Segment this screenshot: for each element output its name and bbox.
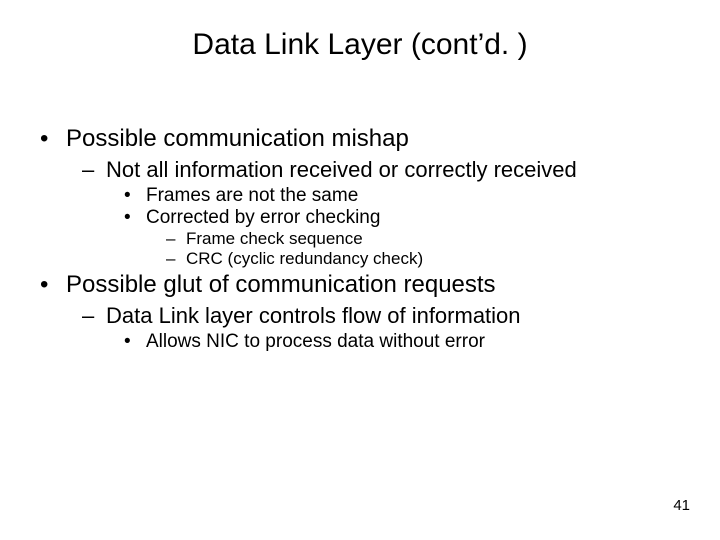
bullet-list: • Possible communication mishap – Not al… xyxy=(40,125,680,353)
bullet-dash-icon: – xyxy=(82,303,106,329)
bullet-dot-icon: • xyxy=(40,271,66,299)
bullet-dot-icon: • xyxy=(124,207,146,229)
list-item: – Data Link layer controls flow of infor… xyxy=(82,303,680,353)
slide: Data Link Layer (cont’d. ) • Possible co… xyxy=(0,0,720,540)
list-item: – Frame check sequence xyxy=(166,229,680,249)
list-item: – Not all information received or correc… xyxy=(82,157,680,269)
bullet-text: Frame check sequence xyxy=(186,229,363,249)
bullet-text: CRC (cyclic redundancy check) xyxy=(186,249,423,269)
list-item: • Allows NIC to process data without err… xyxy=(124,331,680,353)
bullet-dash-icon: – xyxy=(166,249,186,269)
slide-title: Data Link Layer (cont’d. ) xyxy=(0,28,720,62)
bullet-dot-icon: • xyxy=(124,185,146,207)
bullet-text: Allows NIC to process data without error xyxy=(146,331,485,353)
list-item: • Frames are not the same xyxy=(124,185,680,207)
bullet-dot-icon: • xyxy=(40,125,66,153)
slide-body: • Possible communication mishap – Not al… xyxy=(40,125,680,355)
bullet-text: Possible communication mishap xyxy=(66,125,409,153)
list-item: • Possible communication mishap – Not al… xyxy=(40,125,680,269)
bullet-text: Possible glut of communication requests xyxy=(66,271,496,299)
list-item: • Corrected by error checking – Frame ch… xyxy=(124,207,680,269)
page-number: 41 xyxy=(673,497,690,514)
bullet-dot-icon: • xyxy=(124,331,146,353)
list-item: – CRC (cyclic redundancy check) xyxy=(166,249,680,269)
bullet-dash-icon: – xyxy=(166,229,186,249)
bullet-text: Data Link layer controls flow of informa… xyxy=(106,303,521,329)
bullet-text: Not all information received or correctl… xyxy=(106,157,577,183)
bullet-text: Frames are not the same xyxy=(146,185,358,207)
bullet-text: Corrected by error checking xyxy=(146,207,380,229)
bullet-dash-icon: – xyxy=(82,157,106,183)
list-item: • Possible glut of communication request… xyxy=(40,271,680,353)
